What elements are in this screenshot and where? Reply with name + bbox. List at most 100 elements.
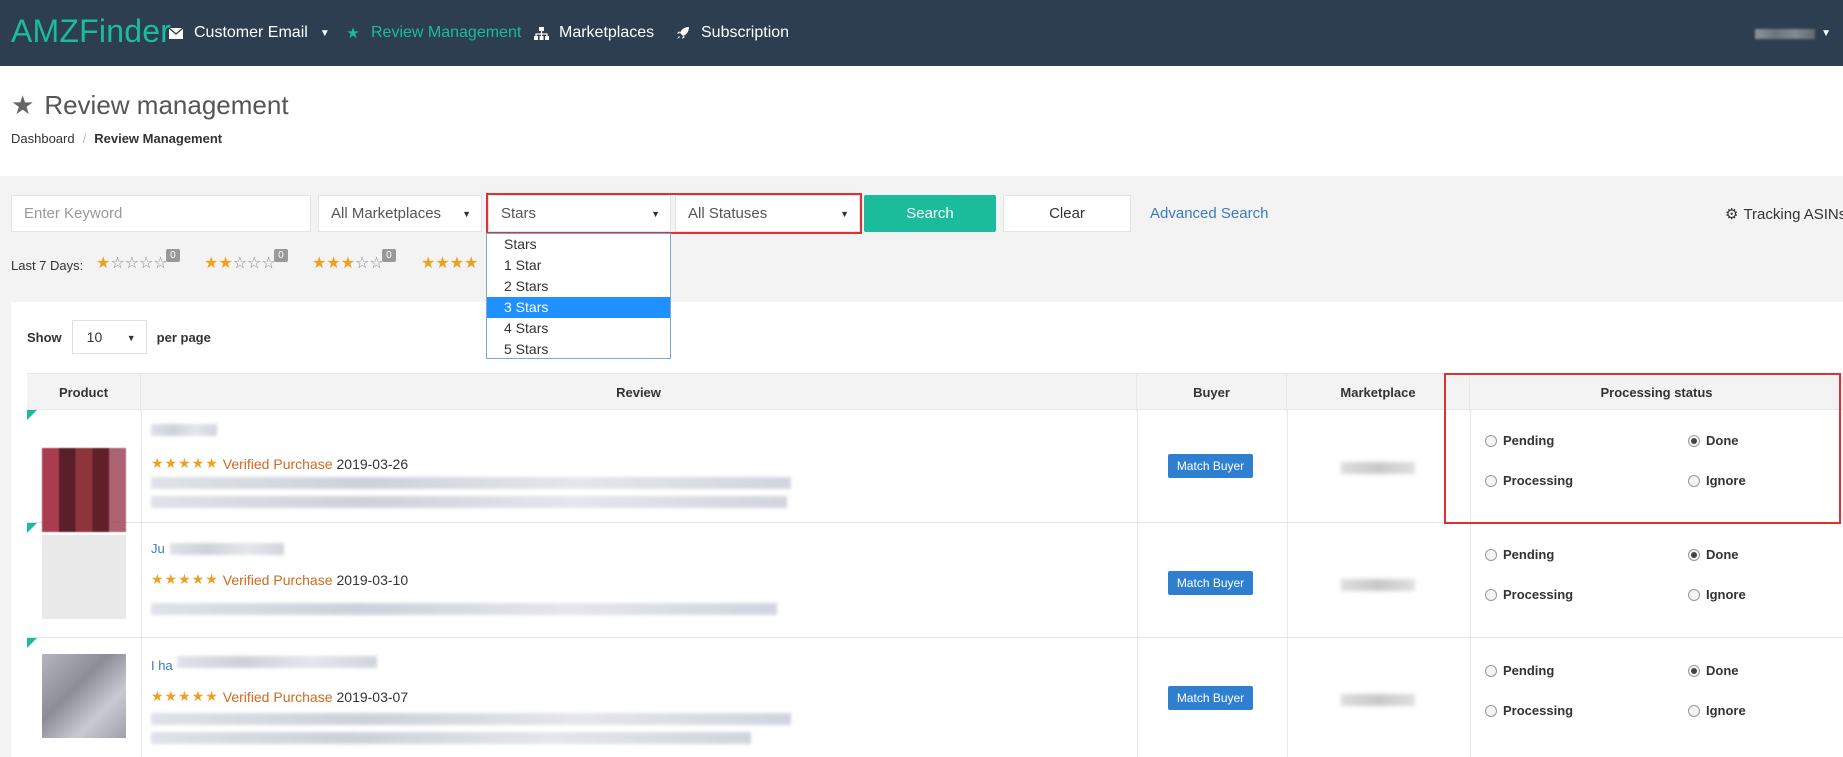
brand-logo[interactable]: AMZFinder bbox=[11, 13, 171, 50]
page-title: ★ Review management bbox=[11, 90, 289, 121]
star-filter-2[interactable]: ★ ★ ☆ ☆ ☆ 0 bbox=[204, 249, 288, 272]
review-meta: ★★★★★ Verified Purchase 2019-03-10 bbox=[151, 571, 408, 588]
row-flag-icon bbox=[27, 638, 37, 648]
page-header: ★ Review management Dashboard / Review M… bbox=[0, 66, 1843, 176]
review-rating-stars: ★★★★★ bbox=[151, 455, 219, 471]
star-filled-icon: ★ bbox=[421, 255, 436, 272]
stars-option-2[interactable]: 2 Stars bbox=[487, 276, 670, 297]
row-flag-icon bbox=[27, 410, 37, 420]
star-filled-icon: ★ bbox=[435, 255, 450, 272]
star-empty-icon: ☆ bbox=[355, 255, 370, 272]
chevron-down-icon: ▼ bbox=[462, 209, 471, 219]
row-flag-icon bbox=[27, 523, 37, 533]
status-pending-radio[interactable]: Pending bbox=[1485, 547, 1554, 562]
status-processing-radio[interactable]: Processing bbox=[1485, 703, 1573, 718]
page-size-select[interactable]: 10 ▼ bbox=[71, 320, 147, 354]
marketplace-select[interactable]: All Marketplaces ▼ bbox=[318, 195, 482, 232]
marketplace-select-value: All Marketplaces bbox=[331, 205, 442, 222]
product-thumbnail[interactable] bbox=[42, 535, 126, 619]
star-empty-icon: ☆ bbox=[139, 255, 154, 272]
chevron-down-icon: ▼ bbox=[126, 333, 136, 343]
chevron-down-icon: ▼ bbox=[319, 27, 330, 39]
status-ignore-radio[interactable]: Ignore bbox=[1688, 703, 1746, 718]
review-date: 2019-03-07 bbox=[336, 688, 409, 705]
keyword-search-input[interactable]: Enter Keyword bbox=[11, 195, 311, 232]
advanced-search-link[interactable]: Advanced Search bbox=[1150, 205, 1268, 222]
match-buyer-button[interactable]: Match Buyer bbox=[1168, 454, 1253, 478]
product-thumbnail[interactable] bbox=[42, 448, 126, 532]
star-filter-1[interactable]: ★ ☆ ☆ ☆ ☆ 0 bbox=[96, 249, 180, 272]
radio-checked-icon bbox=[1688, 664, 1700, 677]
header-marketplace: Marketplace bbox=[1287, 374, 1470, 411]
per-page-label: per page bbox=[156, 329, 211, 345]
stars-option-3[interactable]: 3 Stars bbox=[487, 297, 670, 318]
star-filled-icon: ★ bbox=[312, 255, 327, 272]
status-processing-radio[interactable]: Processing bbox=[1485, 587, 1573, 602]
tracking-asins-link[interactable]: ⚙ Tracking ASINs bbox=[1725, 205, 1843, 224]
radio-icon bbox=[1688, 704, 1700, 717]
user-menu[interactable]: ▼ bbox=[1755, 28, 1831, 39]
status-pending-label: Pending bbox=[1503, 663, 1555, 678]
star-filter-3[interactable]: ★ ★ ★ ☆ ☆ 0 bbox=[312, 249, 396, 272]
review-date: 2019-03-26 bbox=[336, 455, 409, 472]
status-ignore-radio[interactable]: Ignore bbox=[1688, 587, 1746, 602]
review-title[interactable]: Ju bbox=[151, 541, 165, 556]
nav-marketplaces[interactable]: Marketplaces bbox=[533, 22, 654, 44]
review-title[interactable]: I ha bbox=[151, 658, 173, 673]
stars-option-any[interactable]: Stars bbox=[487, 234, 670, 255]
status-pending-radio[interactable]: Pending bbox=[1485, 663, 1554, 678]
highlight-box-processing-status bbox=[1444, 373, 1841, 524]
status-pending-label: Pending bbox=[1503, 547, 1555, 562]
status-done-label: Done bbox=[1706, 547, 1739, 562]
rocket-icon bbox=[675, 25, 691, 41]
status-done-radio[interactable]: Done bbox=[1688, 663, 1739, 678]
nav-marketplaces-label: Marketplaces bbox=[559, 24, 655, 41]
stars-option-1[interactable]: 1 Star bbox=[487, 255, 670, 276]
breadcrumb-separator: / bbox=[82, 131, 87, 146]
stars-dropdown-list: Stars 1 Star 2 Stars 3 Stars 4 Stars 5 S… bbox=[486, 233, 671, 359]
header-product: Product bbox=[27, 374, 141, 411]
match-buyer-button[interactable]: Match Buyer bbox=[1168, 686, 1253, 710]
product-thumbnail[interactable] bbox=[42, 654, 126, 738]
nav-customer-email[interactable]: Customer Email ▼ bbox=[168, 22, 330, 44]
star-icon: ★ bbox=[346, 25, 360, 42]
stars-option-4[interactable]: 4 Stars bbox=[487, 318, 670, 339]
clear-button[interactable]: Clear bbox=[1003, 195, 1131, 232]
star-filter-4[interactable]: ★ ★ ★ ★ bbox=[421, 256, 478, 272]
radio-icon bbox=[1485, 588, 1497, 601]
search-button[interactable]: Search bbox=[864, 195, 996, 232]
radio-icon bbox=[1688, 588, 1700, 601]
verified-purchase-label: Verified Purchase bbox=[222, 571, 333, 588]
nav-review-management[interactable]: ★ Review Management bbox=[345, 22, 521, 44]
highlight-box-filters bbox=[486, 193, 862, 234]
star-empty-icon: ☆ bbox=[232, 255, 248, 272]
header-review: Review bbox=[141, 374, 1137, 411]
status-ignore-label: Ignore bbox=[1706, 703, 1746, 718]
gear-icon: ⚙ bbox=[1725, 206, 1739, 223]
chevron-down-icon: ▼ bbox=[1821, 28, 1831, 39]
status-processing-label: Processing bbox=[1503, 703, 1574, 718]
nav-subscription[interactable]: Subscription bbox=[675, 22, 789, 44]
breadcrumb-dashboard[interactable]: Dashboard bbox=[11, 131, 75, 146]
page-size-control: Show 10 ▼ per page bbox=[27, 320, 211, 354]
verified-purchase-label: Verified Purchase bbox=[222, 455, 333, 472]
nav-customer-email-label: Customer Email bbox=[194, 24, 308, 41]
page-title-text: Review management bbox=[44, 90, 289, 120]
keyword-placeholder: Enter Keyword bbox=[24, 205, 123, 222]
star-filled-icon: ★ bbox=[449, 255, 465, 272]
star-filled-icon: ★ bbox=[218, 255, 233, 272]
review-meta: ★★★★★ Verified Purchase 2019-03-26 bbox=[151, 455, 408, 472]
last-7-days-label: Last 7 Days: bbox=[11, 258, 84, 273]
count-badge: 0 bbox=[274, 249, 288, 262]
star-filled-icon: ★ bbox=[340, 255, 356, 272]
star-filled-icon: ★ bbox=[464, 255, 479, 272]
status-done-radio[interactable]: Done bbox=[1688, 547, 1739, 562]
sitemap-icon bbox=[533, 25, 549, 41]
stars-option-5[interactable]: 5 Stars bbox=[487, 339, 670, 360]
review-date: 2019-03-10 bbox=[336, 571, 409, 588]
nav-subscription-label: Subscription bbox=[701, 24, 790, 41]
match-buyer-button[interactable]: Match Buyer bbox=[1168, 571, 1253, 595]
page-size-value: 10 bbox=[86, 329, 103, 345]
envelope-icon bbox=[168, 25, 184, 41]
breadcrumb-current: Review Management bbox=[94, 131, 223, 146]
